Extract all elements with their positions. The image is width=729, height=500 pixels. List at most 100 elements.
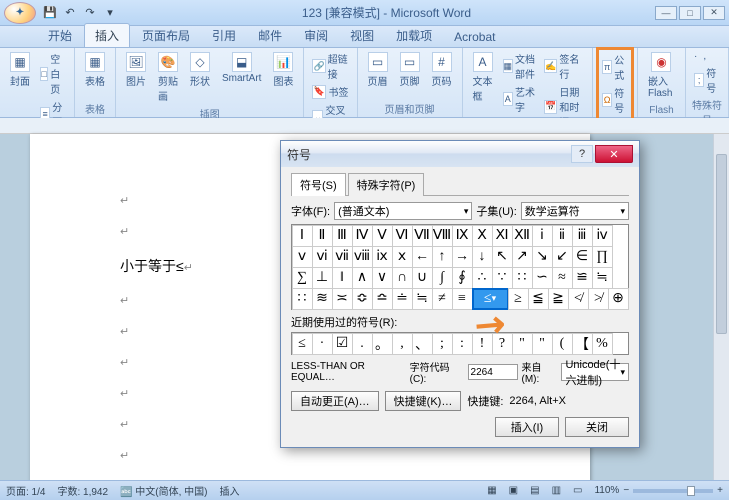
symbol-cell[interactable]: ⅰ: [532, 225, 553, 247]
symbol-cell[interactable]: ↑: [432, 246, 453, 268]
symbol-cell[interactable]: ≒: [592, 267, 613, 289]
symbol-cell[interactable]: ∑: [292, 267, 313, 289]
tab-acrobat[interactable]: Acrobat: [444, 27, 505, 47]
symbol-cell[interactable]: Ⅱ: [312, 225, 333, 247]
symbol-cell[interactable]: ≡: [452, 288, 473, 310]
symbol-cell[interactable]: ⅳ: [592, 225, 613, 247]
status-page[interactable]: 页面: 1/4: [6, 483, 45, 498]
qat-redo[interactable]: ↷: [82, 5, 98, 21]
symbol-button[interactable]: Ω符号: [600, 84, 630, 116]
tab-addins[interactable]: 加载项: [386, 24, 442, 47]
shapes-button[interactable]: ◇形状: [186, 50, 214, 90]
qat-dropdown[interactable]: ▾: [102, 5, 118, 21]
symbol-cell[interactable]: →: [452, 246, 473, 268]
chart-button[interactable]: 📊图表: [269, 50, 297, 90]
view-print-layout[interactable]: ▦: [487, 485, 496, 496]
bookmark-button[interactable]: 🔖书签: [310, 83, 350, 100]
blank-page-button[interactable]: □空白页: [38, 50, 68, 97]
symbol-cell[interactable]: ≮: [568, 288, 589, 310]
symbol-cell[interactable]: ≍: [332, 288, 353, 310]
insert-button[interactable]: 插入(I): [495, 417, 559, 437]
symbol-cell[interactable]: ⅶ: [332, 246, 353, 268]
recent-symbol-cell[interactable]: ,: [392, 333, 413, 355]
symbol-cell[interactable]: ↗: [512, 246, 533, 268]
tab-insert[interactable]: 插入: [84, 23, 130, 47]
tab-layout[interactable]: 页面布局: [132, 24, 200, 47]
symbol-cell[interactable]: ≏: [372, 288, 393, 310]
symbol-cell[interactable]: ∮: [452, 267, 473, 289]
symbol-cell[interactable]: Ⅹ: [472, 225, 493, 247]
symbol-cell[interactable]: ≎: [352, 288, 373, 310]
symbol-cell[interactable]: ≯: [588, 288, 609, 310]
office-button[interactable]: ✦: [4, 2, 36, 24]
symbol-cell[interactable]: ⅸ: [372, 246, 393, 268]
recent-symbol-cell[interactable]: 、: [412, 333, 433, 355]
symbol-cell[interactable]: ∧: [352, 267, 373, 289]
hyperlink-button[interactable]: 🔗超链接: [310, 50, 350, 82]
recent-symbol-cell[interactable]: ": [532, 333, 553, 355]
parts-button[interactable]: ▦文档部件: [501, 50, 539, 82]
semi-symbol-button[interactable]: ;符号: [692, 64, 722, 96]
symbol-cell[interactable]: ↖: [492, 246, 513, 268]
symbol-cell[interactable]: ∵: [492, 267, 513, 289]
symbol-cell[interactable]: Ⅳ: [352, 225, 373, 247]
symbol-cell[interactable]: ⅲ: [572, 225, 593, 247]
symbol-cell[interactable]: ∷: [512, 267, 533, 289]
signature-button[interactable]: ✍签名行: [542, 50, 586, 82]
symbol-cell[interactable]: ≒: [412, 288, 433, 310]
dialog-close-button[interactable]: ✕: [595, 145, 633, 163]
footer-button[interactable]: ▭页脚: [396, 50, 424, 90]
qat-undo[interactable]: ↶: [62, 5, 78, 21]
from-select[interactable]: Unicode(十六进制): [561, 363, 629, 381]
symbol-cell[interactable]: Ⅻ: [512, 225, 533, 247]
status-lang[interactable]: 🔤 中文(简体, 中国): [120, 483, 207, 498]
autocorrect-button[interactable]: 自动更正(A)…: [291, 391, 379, 411]
symbol-cell[interactable]: Ⅷ: [432, 225, 453, 247]
textbox-button[interactable]: A文本框: [469, 50, 497, 105]
recent-symbol-cell[interactable]: .: [352, 333, 373, 355]
symbol-cell[interactable]: ↓: [472, 246, 493, 268]
symbol-cell[interactable]: ↘: [532, 246, 553, 268]
symbol-cell[interactable]: ∷: [292, 288, 313, 310]
document-text[interactable]: 小于等于≤: [120, 258, 184, 274]
cover-page-button[interactable]: ▦封面: [6, 50, 34, 90]
shortcut-button[interactable]: 快捷键(K)…: [385, 391, 462, 411]
view-web[interactable]: ▤: [530, 485, 539, 496]
symbol-cell[interactable]: ⅵ: [312, 246, 333, 268]
recent-symbol-cell[interactable]: ": [512, 333, 533, 355]
dialog-help-button[interactable]: ?: [571, 145, 593, 163]
recent-symbol-cell[interactable]: !: [472, 333, 493, 355]
minimize-button[interactable]: —: [655, 6, 677, 20]
view-outline[interactable]: ▥: [552, 485, 561, 496]
recent-symbol-cell[interactable]: ?: [492, 333, 513, 355]
symbol-cell[interactable]: Ⅴ: [372, 225, 393, 247]
symbol-cell[interactable]: ∏: [592, 246, 613, 268]
scroll-thumb[interactable]: [716, 154, 727, 334]
symbol-cell[interactable]: ∽: [532, 267, 553, 289]
zoom-out[interactable]: −: [623, 485, 629, 496]
qat-save[interactable]: 💾: [42, 5, 58, 21]
symbol-cell[interactable]: ≠: [432, 288, 453, 310]
zoom-value[interactable]: 110%: [594, 485, 619, 496]
symbol-cell[interactable]: ⅹ: [392, 246, 413, 268]
symbol-cell[interactable]: ≐: [392, 288, 413, 310]
symbol-cell[interactable]: ≋: [312, 288, 333, 310]
recent-symbol-cell[interactable]: (: [552, 333, 573, 355]
header-button[interactable]: ▭页眉: [364, 50, 392, 90]
tab-view[interactable]: 视图: [340, 24, 384, 47]
symbol-cell[interactable]: ⅱ: [552, 225, 573, 247]
symbol-cell[interactable]: ≦: [528, 288, 549, 310]
symbol-cell[interactable]: ∫: [432, 267, 453, 289]
code-input[interactable]: [468, 364, 518, 380]
tab-review[interactable]: 审阅: [294, 24, 338, 47]
recent-symbol-cell[interactable]: ·: [312, 333, 333, 355]
recent-symbol-cell[interactable]: ≤: [292, 333, 313, 355]
symbol-cell[interactable]: ←: [412, 246, 433, 268]
tab-mail[interactable]: 邮件: [248, 24, 292, 47]
recent-symbol-cell[interactable]: 。: [372, 333, 393, 355]
wordart-button[interactable]: A艺术字: [501, 83, 539, 115]
recent-symbol-cell[interactable]: 【: [572, 333, 593, 355]
ruler[interactable]: [0, 118, 729, 134]
symbol-cell[interactable]: ∪: [412, 267, 433, 289]
subset-select[interactable]: 数学运算符: [521, 202, 629, 220]
